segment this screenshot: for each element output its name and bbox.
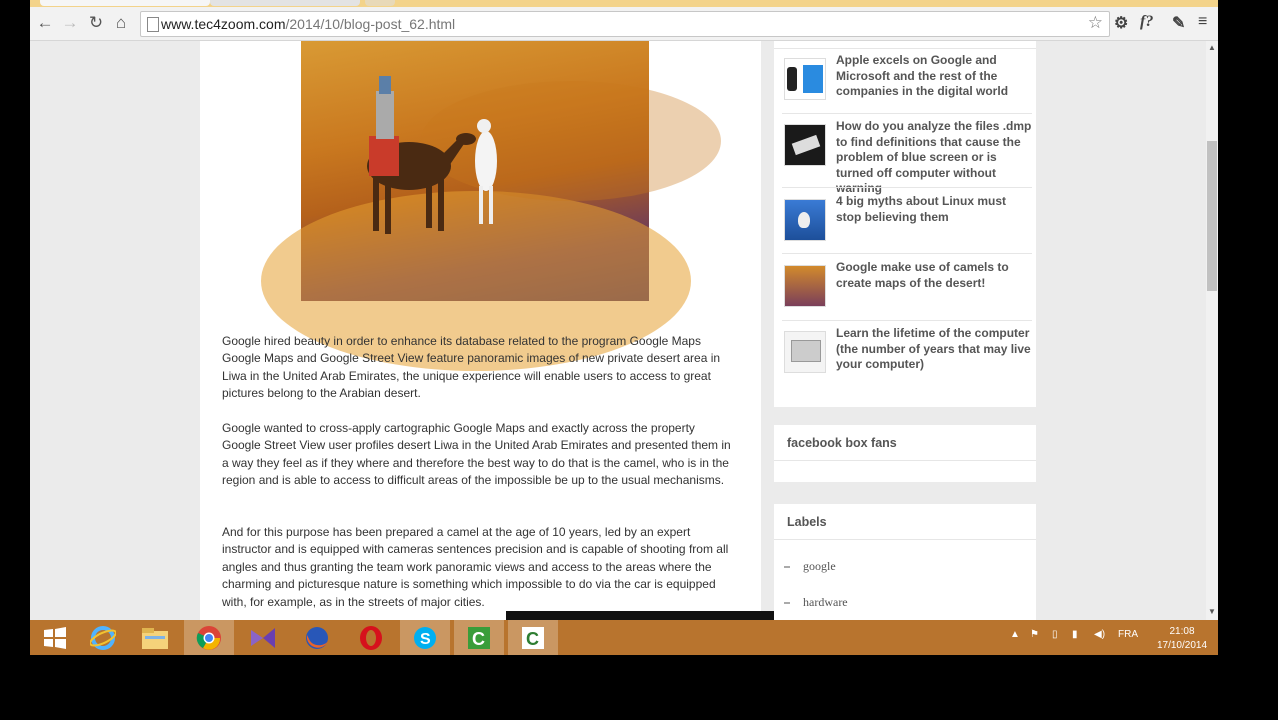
camel-illustration — [367, 76, 497, 234]
labels-widget: Labels google hardware — [774, 504, 1036, 620]
bookmark-star-icon[interactable]: ☆ — [1088, 13, 1103, 33]
taskbar-file-explorer[interactable] — [130, 620, 180, 655]
screen: ← → ↻ ⌂ www.tec4zoom.com/2014/10/blog-po… — [30, 0, 1218, 655]
popular-post-title[interactable]: How do you analyze the files .dmp to fin… — [836, 119, 1032, 197]
popular-post-item[interactable]: How do you analyze the files .dmp to fin… — [782, 119, 1032, 195]
taskbar-opera[interactable] — [346, 620, 396, 655]
firefox-icon — [306, 626, 328, 649]
back-button[interactable]: ← — [34, 12, 56, 34]
popular-post-item[interactable]: Apple excels on Google and Microsoft and… — [782, 53, 1032, 111]
svg-text:S: S — [420, 631, 431, 648]
tab-second[interactable] — [210, 0, 360, 6]
new-tab-button[interactable] — [365, 0, 395, 6]
tray-clock[interactable]: 21:08 17/10/2014 — [1147, 625, 1217, 653]
popular-post-item[interactable]: Google make use of camels to create maps… — [782, 260, 1032, 318]
tray-language[interactable]: FRA — [1118, 629, 1138, 640]
taskbar-camtasia-recorder[interactable]: C — [454, 620, 504, 655]
extension-pen-icon[interactable]: ✎ — [1172, 13, 1185, 33]
clock-date: 17/10/2014 — [1156, 640, 1208, 651]
tray-flag-icon[interactable]: ⚑ — [1030, 629, 1039, 640]
web-page: Google hired beauty in order to enhance … — [30, 41, 1206, 620]
opera-icon — [360, 625, 382, 650]
back-arrow-icon: ← — [36, 13, 54, 32]
camtasia-studio-icon: C — [522, 626, 544, 649]
taskbar-chrome[interactable] — [184, 620, 234, 655]
folder-icon — [142, 627, 168, 649]
bullet-dash-icon — [784, 602, 790, 605]
svg-text:C: C — [526, 629, 539, 649]
tray-network-icon[interactable]: ▮ — [1072, 629, 1078, 640]
home-icon: ⌂ — [115, 13, 127, 32]
skype-icon: S — [414, 626, 436, 649]
scroll-down-arrow-icon[interactable]: ▼ — [1208, 607, 1216, 616]
camtasia-recorder-icon: C — [468, 626, 490, 649]
post-thumbnail[interactable] — [784, 58, 826, 100]
popular-post-title[interactable]: Learn the lifetime of the computer (the … — [836, 326, 1032, 373]
taskbar-firefox[interactable] — [292, 620, 342, 655]
menu-icon[interactable]: ≡ — [1198, 13, 1207, 31]
forward-arrow-icon: → — [61, 13, 79, 32]
windows-logo-icon — [44, 626, 66, 649]
windows-taskbar: S C C ▲ ⚑ ▯ ▮ ◀) FRA 21:08 17/10/2014 — [30, 620, 1218, 655]
post-thumbnail[interactable] — [784, 124, 826, 166]
taskbar-visual-studio[interactable] — [238, 620, 288, 655]
home-button[interactable]: ⌂ — [110, 12, 132, 34]
url-path: /2014/10/blog-post_62.html — [285, 16, 456, 32]
post-thumbnail[interactable] — [784, 199, 826, 241]
post-body: Google hired beauty in order to enhance … — [200, 41, 784, 620]
url-text: www.tec4zoom.com/2014/10/blog-post_62.ht… — [161, 16, 455, 32]
popular-post-item[interactable]: 4 big myths about Linux must stop believ… — [782, 194, 1032, 252]
browser-toolbar: ← → ↻ ⌂ www.tec4zoom.com/2014/10/blog-po… — [30, 7, 1218, 41]
tray-show-hidden-icon[interactable]: ▲ — [1010, 629, 1020, 640]
page-icon — [147, 17, 159, 32]
popular-post-title[interactable]: 4 big myths about Linux must stop believ… — [836, 194, 1032, 225]
bullet-dash-icon — [784, 566, 790, 569]
popular-post-title[interactable]: Google make use of camels to create maps… — [836, 260, 1032, 291]
label-text[interactable]: google — [803, 559, 836, 573]
label-link[interactable]: hardware — [784, 595, 848, 610]
extension-font-button[interactable]: f? — [1140, 13, 1153, 31]
settings-gear-icon[interactable]: ⚙ — [1114, 13, 1128, 33]
taskbar-internet-explorer[interactable] — [78, 620, 128, 655]
post-thumbnail[interactable] — [784, 265, 826, 307]
forward-button[interactable]: → — [59, 12, 81, 34]
tab-active[interactable] — [40, 0, 210, 6]
facebook-box-widget: facebook box fans — [774, 425, 1036, 482]
popular-posts-widget: Apple excels on Google and Microsoft and… — [774, 41, 1036, 407]
taskbar-skype[interactable]: S — [400, 620, 450, 655]
tray-device-icon[interactable]: ▯ — [1052, 629, 1058, 640]
popular-post-title[interactable]: Apple excels on Google and Microsoft and… — [836, 53, 1032, 100]
post-paragraph-1: Google hired beauty in order to enhance … — [222, 334, 721, 401]
facebook-widget-title: facebook box fans — [787, 436, 897, 450]
address-bar[interactable]: www.tec4zoom.com/2014/10/blog-post_62.ht… — [140, 11, 1110, 37]
popular-post-item[interactable]: Learn the lifetime of the computer (the … — [782, 326, 1032, 384]
tab-strip — [30, 0, 1218, 7]
labels-widget-title: Labels — [787, 515, 827, 529]
right-black-border — [1218, 0, 1278, 655]
scrollbar-thumb[interactable] — [1207, 141, 1217, 291]
svg-text:C: C — [472, 629, 485, 649]
visual-studio-icon — [251, 627, 275, 648]
reload-button[interactable]: ↻ — [85, 12, 107, 34]
label-text[interactable]: hardware — [803, 595, 848, 609]
internet-explorer-icon — [90, 625, 116, 650]
chrome-icon — [196, 625, 221, 650]
taskbar-camtasia-studio[interactable]: C — [508, 620, 558, 655]
clock-time: 21:08 — [1169, 626, 1195, 637]
reload-icon: ↻ — [88, 13, 104, 32]
start-button[interactable] — [30, 620, 80, 655]
post-thumbnail[interactable] — [784, 331, 826, 373]
tray-volume-icon[interactable]: ◀) — [1094, 629, 1105, 640]
label-link[interactable]: google — [784, 559, 836, 574]
post-image-camel — [261, 41, 721, 371]
post-paragraph-3: And for this purpose has been prepared a… — [222, 525, 729, 609]
scroll-up-arrow-icon[interactable]: ▲ — [1208, 43, 1216, 52]
page-scrollbar[interactable]: ▲ ▼ — [1206, 41, 1218, 620]
overlay-tooltip — [506, 611, 784, 620]
left-black-border — [0, 0, 30, 655]
url-host: www.tec4zoom.com — [161, 16, 286, 32]
post-paragraph-2: Google wanted to cross-apply cartographi… — [222, 421, 731, 488]
